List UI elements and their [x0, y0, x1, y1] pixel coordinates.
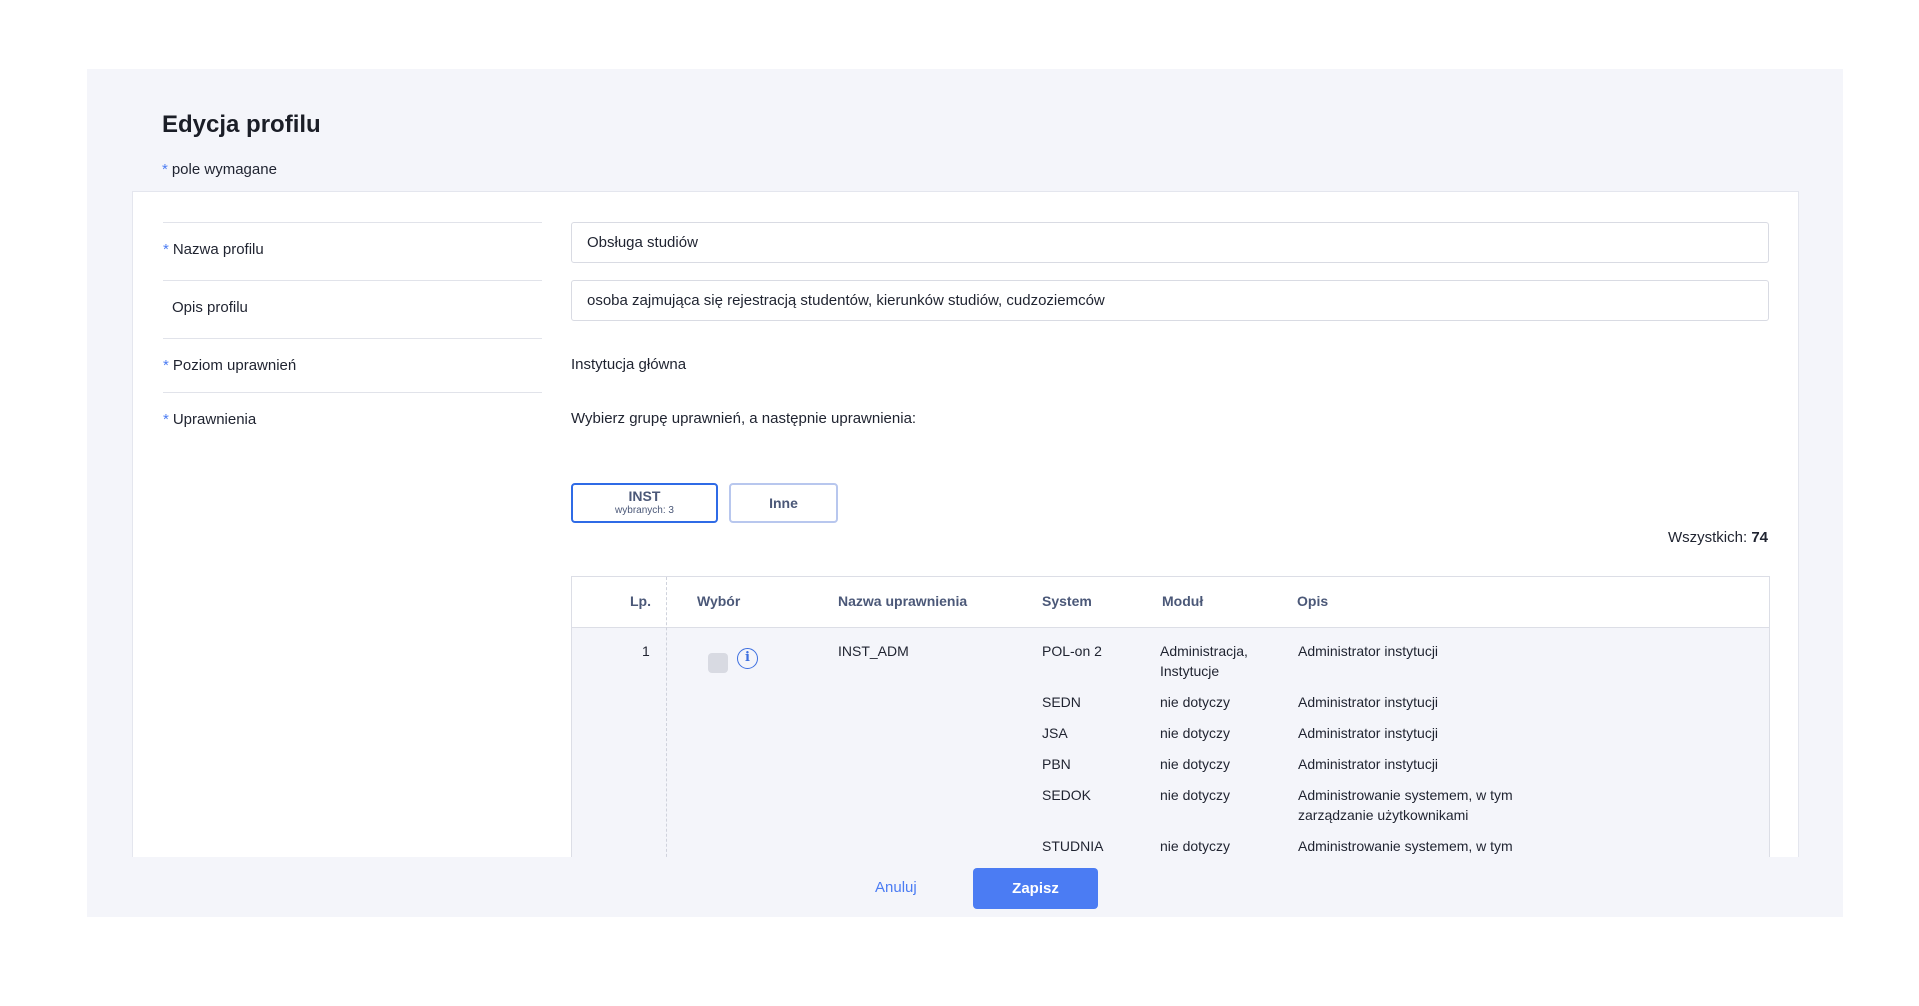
group-button-inst[interactable]: INST wybranych: 3 — [571, 483, 718, 523]
header-module: Moduł — [1162, 593, 1204, 609]
header-desc: Opis — [1297, 593, 1329, 609]
required-note: * pole wymagane — [162, 161, 277, 178]
perms-label-row: * Uprawnienia — [163, 392, 542, 452]
row-lp: 1 — [642, 643, 650, 659]
row-system: STUDNIA — [1042, 838, 1104, 854]
permissions-table: Lp. Wybór Nazwa uprawnienia System Moduł… — [571, 576, 1770, 857]
row-module: Instytucje — [1160, 663, 1220, 679]
header-system: System — [1042, 593, 1092, 609]
row-module: nie dotyczy — [1160, 787, 1231, 803]
row-system: JSA — [1042, 725, 1068, 741]
row-system: POL-on 2 — [1042, 643, 1102, 659]
header-choice: Wybór — [697, 593, 741, 609]
group-button-inne[interactable]: Inne — [729, 483, 838, 523]
row-desc: Administrator instytucji — [1298, 694, 1439, 710]
table-header: Lp. Wybór Nazwa uprawnienia System Moduł… — [572, 577, 1769, 628]
group-button-label: INST — [628, 488, 661, 504]
row-module: nie dotyczy — [1160, 694, 1231, 710]
header-lp: Lp. — [630, 593, 651, 609]
row-desc: Administrowanie systemem, w tym — [1298, 787, 1513, 803]
profile-form-card: * Nazwa profilu Opis profilu * Poziom upra… — [132, 191, 1799, 857]
desc-label-row: Opis profilu — [163, 280, 542, 338]
edit-profile-panel: Edycja profilu * pole wymagane * Nazwa pro… — [87, 69, 1843, 917]
profile-name-input[interactable]: Obsługa studiów — [571, 222, 1769, 263]
column-divider — [666, 577, 667, 857]
level-label: Poziom uprawnień — [172, 357, 297, 374]
row-checkbox[interactable] — [708, 653, 728, 673]
row-module: nie dotyczy — [1160, 838, 1231, 854]
row-desc: zarządzanie użytkownikami — [1298, 807, 1469, 823]
group-selected-count: wybranych: 3 — [615, 505, 674, 516]
group-button-label: Inne — [769, 495, 798, 511]
total-count: Wszystkich: 74 — [1668, 529, 1768, 546]
desc-label: Opis profilu — [172, 299, 248, 316]
save-button[interactable]: Zapisz — [973, 868, 1098, 909]
row-desc: Administrowanie systemem, w tym — [1298, 838, 1513, 854]
name-label-row: * Nazwa profilu — [163, 222, 542, 280]
required-mark: * — [163, 241, 169, 258]
row-module: Administracja, — [1160, 643, 1248, 659]
total-label: Wszystkich: — [1667, 529, 1748, 546]
row-system: SEDN — [1042, 694, 1081, 710]
row-system: SEDOK — [1042, 787, 1092, 803]
required-mark: * — [162, 161, 168, 178]
required-note-text: pole wymagane — [171, 161, 277, 178]
required-mark: * — [163, 357, 169, 374]
row-desc: Administrator instytucji — [1298, 756, 1439, 772]
row-module: nie dotyczy — [1160, 756, 1231, 772]
perms-label: Uprawnienia — [172, 411, 257, 428]
page-title: Edycja profilu — [162, 111, 321, 138]
row-system: PBN — [1042, 756, 1071, 772]
row-module: nie dotyczy — [1160, 725, 1231, 741]
permissions-instruction: Wybierz grupę uprawnień, a następnie upr… — [571, 410, 917, 427]
profile-desc-input[interactable]: osoba zajmująca się rejestracją studentó… — [571, 280, 1769, 321]
row-desc: Administrator instytucji — [1298, 643, 1439, 659]
permission-level-value: Instytucja główna — [571, 356, 687, 373]
cancel-button[interactable]: Anuluj — [875, 879, 917, 896]
row-desc: Administrator instytucji — [1298, 725, 1439, 741]
required-mark: * — [163, 411, 169, 428]
row-permission-name: INST_ADM — [838, 643, 909, 659]
total-value: 74 — [1751, 529, 1768, 546]
level-label-row: * Poziom uprawnień — [163, 338, 542, 392]
info-icon[interactable]: i — [737, 648, 758, 669]
header-name: Nazwa uprawnienia — [838, 593, 968, 609]
name-label: Nazwa profilu — [172, 241, 264, 258]
